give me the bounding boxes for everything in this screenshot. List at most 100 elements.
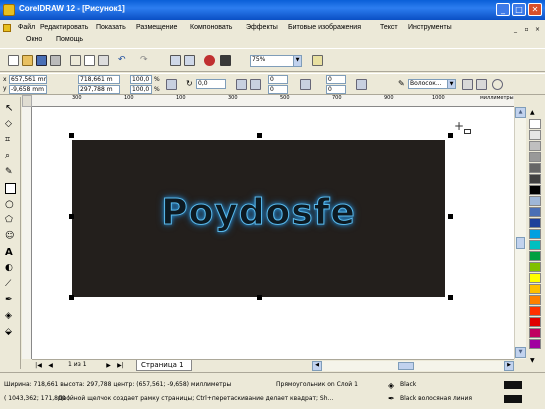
menu-tools[interactable]: Инструменты <box>408 24 452 31</box>
vertical-ruler[interactable] <box>22 107 32 359</box>
fill-tool-icon[interactable]: ◈ <box>5 311 16 322</box>
color-swatch[interactable] <box>529 273 541 283</box>
copy-icon[interactable] <box>84 55 95 66</box>
lock-ratio-icon[interactable] <box>166 79 177 90</box>
hscroll-thumb[interactable] <box>398 362 414 370</box>
color-swatch[interactable] <box>529 262 541 272</box>
scroll-down-icon[interactable]: ▼ <box>515 347 526 358</box>
color-swatch[interactable] <box>529 251 541 261</box>
drawing-canvas[interactable]: Poydosfe + <box>32 107 514 359</box>
color-swatch[interactable] <box>529 339 541 349</box>
handle-bottom-right[interactable] <box>448 295 453 300</box>
corner-4-field[interactable]: 0 <box>326 85 346 94</box>
interactive-tool-icon[interactable]: ◐ <box>5 263 16 274</box>
freehand-tool-icon[interactable]: ✎ <box>5 167 16 178</box>
menu-text[interactable]: Текст <box>380 24 398 31</box>
menu-effects[interactable]: Эффекты <box>246 24 278 31</box>
import-icon[interactable] <box>170 55 181 66</box>
cut-icon[interactable] <box>70 55 81 66</box>
scale-y-field[interactable]: 100,0 <box>130 85 152 94</box>
open-icon[interactable] <box>22 55 33 66</box>
color-swatch[interactable] <box>529 328 541 338</box>
corel-online-icon[interactable] <box>220 55 231 66</box>
color-swatch[interactable] <box>529 207 541 217</box>
color-swatch[interactable] <box>529 218 541 228</box>
tab-page-1[interactable]: Страница 1 <box>136 360 192 371</box>
maximize-icon[interactable]: □ <box>512 3 526 16</box>
undo-icon[interactable]: ↶ <box>118 55 129 66</box>
doc-minimize-icon[interactable]: _ <box>511 26 520 34</box>
color-swatch[interactable] <box>529 317 541 327</box>
menu-bitmaps[interactable]: Битовые изображения <box>288 24 361 31</box>
paste-icon[interactable] <box>98 55 109 66</box>
corner-3-field[interactable]: 0 <box>326 75 346 84</box>
width-field[interactable]: 718,661 m <box>78 75 120 84</box>
zoom-combo[interactable]: 75% ▼ <box>250 55 302 67</box>
redo-icon[interactable]: ↷ <box>140 55 151 66</box>
palette-scroll-up-icon[interactable]: ▲ <box>530 109 535 116</box>
corner-2-field[interactable]: 0 <box>268 85 288 94</box>
shape-tool-icon[interactable]: ◇ <box>5 119 16 130</box>
doc-close-icon[interactable]: × <box>533 26 542 34</box>
to-front-icon[interactable] <box>462 79 473 90</box>
handle-bottom-center[interactable] <box>257 295 262 300</box>
color-swatch[interactable] <box>529 174 541 184</box>
color-swatch[interactable] <box>529 284 541 294</box>
scroll-right-icon[interactable]: ▶ <box>504 361 514 371</box>
ruler-origin[interactable] <box>22 95 32 107</box>
convert-to-curves-icon[interactable] <box>492 79 503 90</box>
menu-arrange[interactable]: Компоновать <box>190 24 232 31</box>
to-back-icon[interactable] <box>476 79 487 90</box>
color-swatch[interactable] <box>529 119 541 129</box>
eyedropper-tool-icon[interactable]: ⟋ <box>5 279 16 290</box>
doc-restore-icon[interactable]: ▫ <box>522 26 531 34</box>
wrap-text-icon[interactable] <box>356 79 367 90</box>
round-corners-lock-icon[interactable] <box>300 79 311 90</box>
interactive-fill-tool-icon[interactable]: ⬙ <box>5 327 16 338</box>
outline-width-combo[interactable]: Волосок... ▼ <box>408 79 456 89</box>
polygon-tool-icon[interactable]: ⬠ <box>5 215 16 226</box>
x-position-field[interactable]: 657,561 mm <box>9 75 47 84</box>
vertical-scrollbar[interactable]: ▲ ▼ <box>514 107 526 359</box>
y-position-field[interactable]: -9,658 mm <box>9 85 47 94</box>
ellipse-tool-icon[interactable]: ○ <box>5 199 16 210</box>
horizontal-ruler[interactable]: 300 100 100 300 500 700 900 1000 миллиме… <box>32 95 514 107</box>
export-icon[interactable] <box>184 55 195 66</box>
menu-window[interactable]: Окно <box>26 36 42 43</box>
color-swatch[interactable] <box>529 185 541 195</box>
selected-rectangle[interactable]: Poydosfe <box>72 140 445 297</box>
color-swatch[interactable] <box>529 130 541 140</box>
menu-edit[interactable]: Редактировать <box>40 24 88 31</box>
handle-top-center[interactable] <box>257 133 262 138</box>
horizontal-scrollbar[interactable]: ◀ ▶ <box>312 361 514 371</box>
handle-middle-right[interactable] <box>448 214 453 219</box>
menu-help[interactable]: Помощь <box>56 36 83 43</box>
first-page-icon[interactable]: |◀ <box>34 361 43 370</box>
mirror-v-icon[interactable] <box>250 79 261 90</box>
close-icon[interactable]: ✕ <box>528 3 542 16</box>
color-swatch[interactable] <box>529 295 541 305</box>
handle-top-right[interactable] <box>448 133 453 138</box>
crop-tool-icon[interactable]: ⌗ <box>5 135 16 146</box>
print-icon[interactable] <box>50 55 61 66</box>
menu-view[interactable]: Показать <box>96 24 126 31</box>
color-swatch[interactable] <box>529 141 541 151</box>
snap-to-icon[interactable] <box>312 55 323 66</box>
minimize-icon[interactable]: _ <box>496 3 510 16</box>
scroll-thumb[interactable] <box>516 237 525 249</box>
color-swatch[interactable] <box>529 163 541 173</box>
color-swatch[interactable] <box>529 152 541 162</box>
scroll-left-icon[interactable]: ◀ <box>312 361 322 371</box>
save-icon[interactable] <box>36 55 47 66</box>
basic-shapes-tool-icon[interactable]: ☺ <box>5 231 16 242</box>
last-page-icon[interactable]: ▶| <box>116 361 125 370</box>
menu-layout[interactable]: Размещение <box>136 24 177 31</box>
prev-page-icon[interactable]: ◀ <box>46 361 55 370</box>
handle-top-left[interactable] <box>69 133 74 138</box>
color-swatch[interactable] <box>529 306 541 316</box>
logo-text[interactable]: Poydosfe <box>72 192 445 234</box>
menu-file[interactable]: Файл <box>18 24 35 31</box>
rectangle-tool-icon[interactable] <box>5 183 16 194</box>
text-tool-icon[interactable]: A <box>5 247 16 258</box>
zoom-tool-icon[interactable]: ⌕ <box>5 151 16 162</box>
